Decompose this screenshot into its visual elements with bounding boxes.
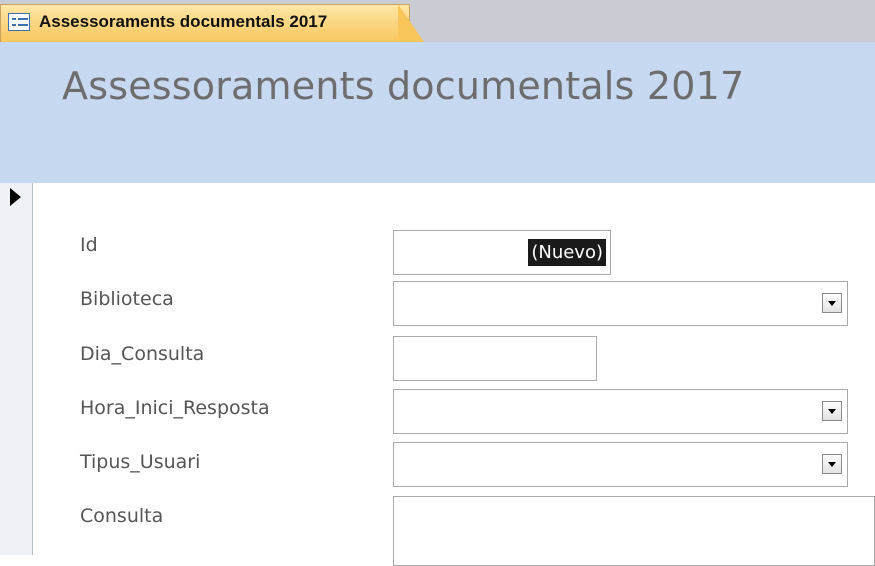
tipus-usuari-dropdown-icon[interactable]	[822, 454, 842, 474]
form-header: Assessoraments documentals 2017	[0, 42, 875, 183]
dia-consulta-label: Dia_Consulta	[80, 343, 205, 365]
biblioteca-label: Biblioteca	[80, 288, 174, 310]
form-icon	[8, 13, 30, 31]
consulta-label: Consulta	[80, 505, 164, 527]
record-selector[interactable]	[0, 183, 33, 555]
form-tab-edge	[398, 4, 424, 42]
hora-inici-resposta-label: Hora_Inici_Resposta	[80, 397, 270, 419]
tipus-usuari-combo[interactable]	[393, 442, 848, 487]
biblioteca-dropdown-icon[interactable]	[822, 293, 842, 313]
id-value: (Nuevo)	[528, 239, 606, 266]
biblioteca-combo[interactable]	[393, 281, 848, 326]
document-tab-strip: Assessoraments documentals 2017	[0, 0, 875, 42]
hora-inici-resposta-combo[interactable]	[393, 389, 848, 434]
consulta-textarea[interactable]	[393, 496, 875, 566]
id-field[interactable]: (Nuevo)	[393, 230, 611, 275]
form-tab[interactable]: Assessoraments documentals 2017	[0, 4, 410, 42]
form-tab-label: Assessoraments documentals 2017	[39, 12, 328, 31]
id-label: Id	[80, 234, 98, 256]
dia-consulta-field[interactable]	[393, 336, 597, 381]
hora-inici-resposta-dropdown-icon[interactable]	[822, 401, 842, 421]
form-title: Assessoraments documentals 2017	[62, 64, 745, 108]
tipus-usuari-label: Tipus_Usuari	[80, 451, 201, 473]
current-record-arrow-icon	[10, 188, 21, 206]
